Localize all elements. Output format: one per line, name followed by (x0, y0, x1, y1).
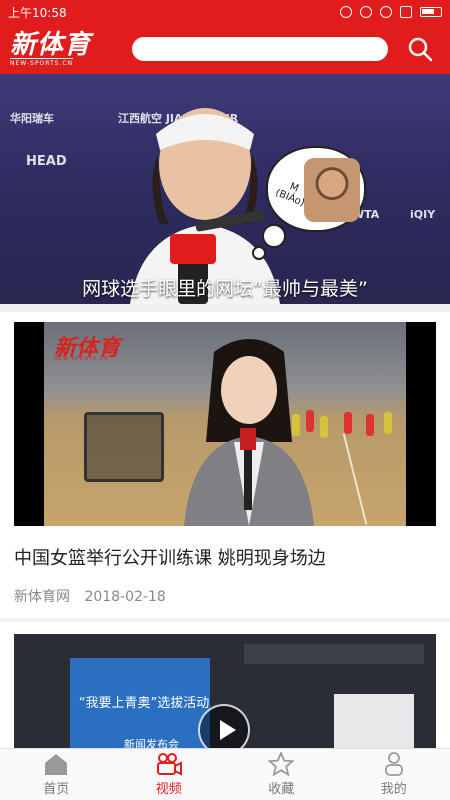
article-title[interactable]: 中国女篮举行公开训练课 姚明现身场边 (14, 544, 326, 570)
nav-item-video[interactable]: 视频 (113, 749, 226, 800)
search-icon (408, 37, 433, 62)
article-meta: 新体育网 2018-02-18 (14, 586, 166, 606)
bubble-tail (252, 246, 266, 260)
player-figure (366, 414, 374, 436)
search-button[interactable] (406, 35, 434, 63)
video-thumbnail[interactable]: 新体育 NEW-SPORTS.CN (14, 322, 436, 526)
status-bar: 上午10:58 (0, 0, 450, 24)
logo-subtext: NEW-SPORTS.CN (10, 57, 74, 67)
nav-label: 我的 (380, 782, 407, 797)
logo-text: 新体育 (10, 29, 92, 60)
bubble-portrait (304, 158, 360, 222)
nav-item-home[interactable]: 首页 (0, 749, 113, 800)
nav-label: 首页 (43, 782, 70, 797)
board-title: “我要上青奥”选拔活动 (78, 696, 210, 711)
sponsor-logo: HEAD (26, 154, 67, 169)
featured-banner[interactable]: 华阳瑞车 江西航空 JIANGXI AIR HEAD WTA iQIY M (B… (0, 74, 450, 304)
article-card[interactable]: “我要上青奥”选拔活动 新闻发布会 (0, 622, 450, 752)
app-screen: 上午10:58 新体育 NEW-SPORTS.CN 华阳瑞车 江西航空 JIAN… (0, 0, 450, 800)
treadmill (84, 412, 164, 482)
video-thumbnail[interactable]: “我要上青奥”选拔活动 新闻发布会 (14, 634, 436, 752)
bubble-tail (262, 224, 286, 248)
app-header: 新体育 NEW-SPORTS.CN (0, 24, 450, 74)
article-date: 2018-02-18 (84, 589, 166, 605)
user-icon (384, 752, 403, 776)
search-input[interactable] (132, 37, 388, 61)
player-figure (384, 412, 392, 434)
ceiling (244, 644, 424, 664)
play-button[interactable] (198, 704, 250, 752)
video-icon (156, 753, 182, 776)
wifi-icon (380, 6, 392, 18)
bottom-nav: 首页 视频 收藏 我的 (0, 748, 450, 800)
app-logo: 新体育 NEW-SPORTS.CN (10, 29, 120, 69)
star-icon (268, 752, 295, 776)
court-line (342, 433, 368, 525)
nav-item-favorites[interactable]: 收藏 (225, 749, 338, 800)
player-figure (320, 416, 328, 438)
article-source: 新体育网 (14, 589, 70, 605)
status-time: 上午10:58 (8, 5, 67, 20)
battery-icon (420, 7, 442, 17)
nav-label: 视频 (155, 782, 182, 797)
status-icons (340, 6, 442, 18)
home-icon (45, 754, 68, 775)
reporter-figure (184, 339, 314, 526)
article-card[interactable]: 新体育 NEW-SPORTS.CN 中国女篮举行公开训练课 姚明现身场边 新体育… (0, 312, 450, 618)
thumb-logo-sub: NEW-SPORTS.CN (54, 356, 109, 362)
sim-icon (400, 6, 412, 18)
player-figure (344, 412, 352, 434)
nav-item-profile[interactable]: 我的 (338, 749, 450, 800)
alarm-icon (340, 6, 352, 18)
mute-icon (360, 6, 372, 18)
sponsor-logo: 华阳瑞车 (10, 112, 54, 125)
banner-stand (334, 694, 414, 752)
nav-label: 收藏 (268, 782, 295, 797)
sponsor-logo: iQIY (410, 208, 436, 221)
banner-title: 网球选手眼里的网坛“最帅与最美” (82, 278, 368, 300)
